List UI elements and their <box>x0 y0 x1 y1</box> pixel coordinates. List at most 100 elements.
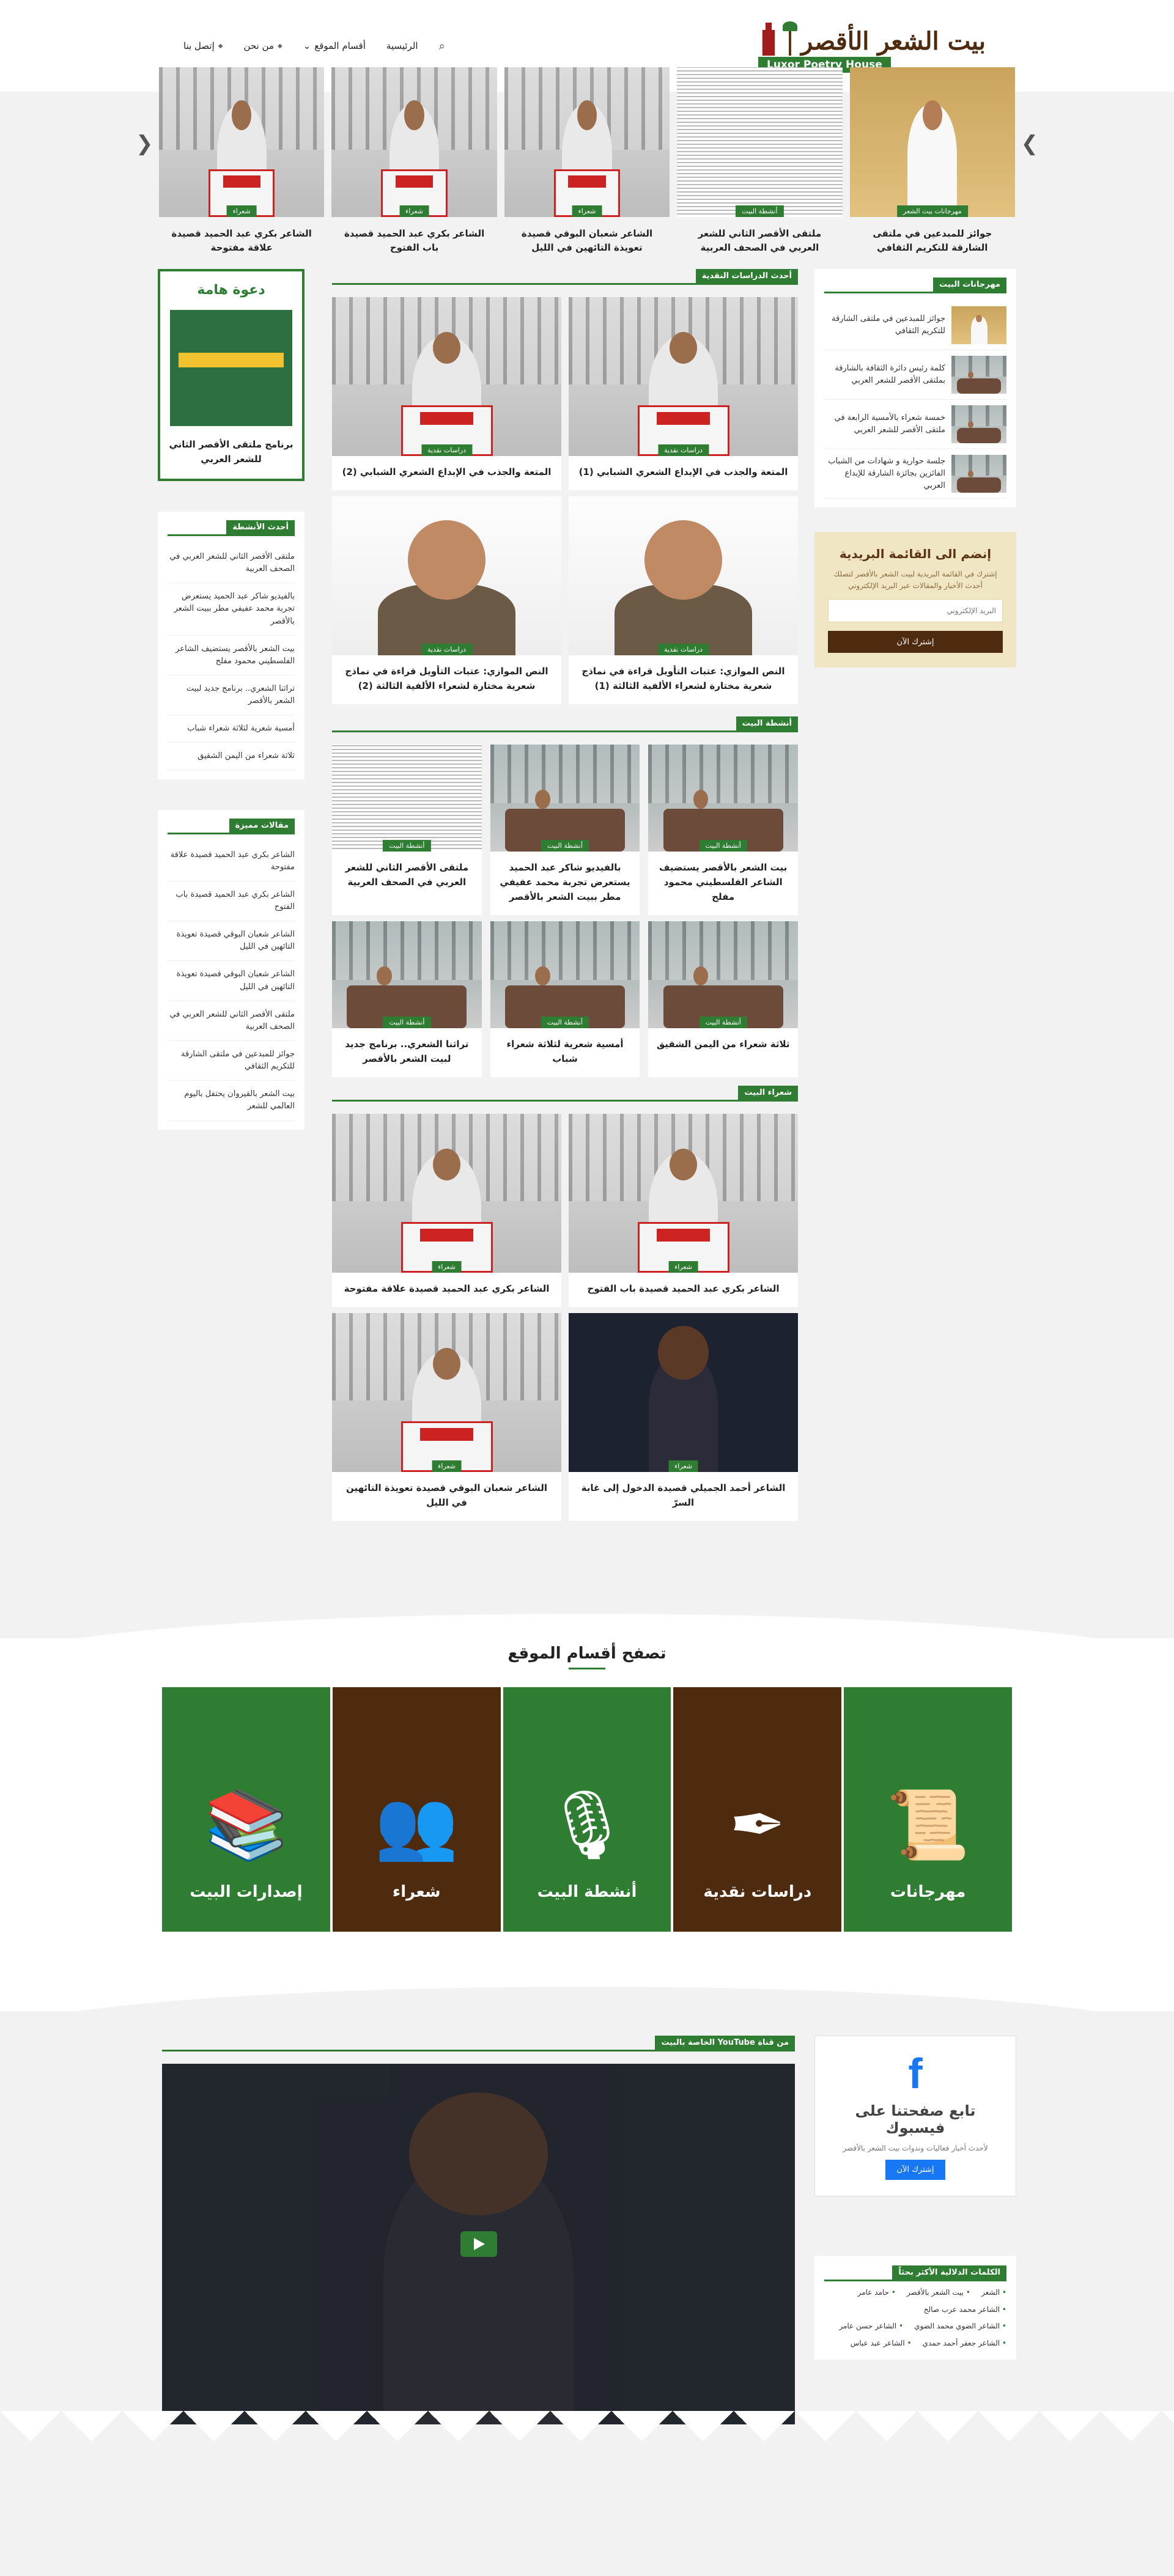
category-badge[interactable]: أنشطة البيت <box>736 205 784 217</box>
slide-item[interactable]: شعراء الشاعر بكري عبد الحميد قصيدة علاقة … <box>158 67 325 254</box>
section-tile[interactable]: 🎙 أنشطة البيت <box>503 1687 671 1932</box>
list-item[interactable]: جوائز للمبدعين في ملتقى الشارقة للتكريم … <box>168 1041 295 1081</box>
slide-item[interactable]: شعراء الشاعر شعبان البوقي قصيدة تعويذة ال… <box>504 67 670 254</box>
post-image[interactable] <box>569 496 798 655</box>
play-icon[interactable] <box>460 2231 497 2257</box>
slide-item[interactable]: مهرجانات بيت الشعر جوائز للمبدعين في ملتق… <box>849 67 1015 254</box>
post-title[interactable]: بالفيديو شاكر عبد الحميد يستعرض تجربة مح… <box>490 852 640 915</box>
slide-title[interactable]: جوائز للمبدعين في ملتقى الشارقة للتكريم … <box>850 227 1015 254</box>
category-badge[interactable]: دراسات نقدية <box>657 644 709 655</box>
category-badge[interactable]: شعراء <box>399 205 429 217</box>
category-badge[interactable]: دراسات نقدية <box>421 444 473 456</box>
post-image[interactable] <box>332 496 561 655</box>
post-card[interactable]: دراسات نقدية المتعة والجذب في الإبداع الش… <box>332 297 561 490</box>
nav-home[interactable]: الرئيسية <box>386 40 418 51</box>
search-icon[interactable]: ⌕ <box>439 40 445 53</box>
email-field[interactable] <box>828 599 1003 623</box>
post-title[interactable]: المتعة والجذب في الإبداع الشعري الشبابي … <box>332 456 561 490</box>
list-item[interactable]: بيت الشعر بالقيروان يحتفل باليوم العالمي… <box>168 1081 295 1121</box>
post-image[interactable] <box>951 455 1006 493</box>
category-badge[interactable]: أنشطة البيت <box>699 1017 747 1028</box>
post-image[interactable] <box>332 1114 561 1273</box>
post-image[interactable] <box>332 745 482 852</box>
post-image[interactable] <box>490 745 640 852</box>
post-title[interactable]: المتعة والجذب في الإبداع الشعري الشبابي … <box>569 456 798 490</box>
list-item[interactable]: الشاعر شعبان البوقي قصيدة تعويذة التائهي… <box>168 921 295 962</box>
important-invite-widget[interactable]: دعوة هامة برنامج ملتقى الأقصر الثاني للش… <box>158 269 305 481</box>
slider-prev-arrow-icon[interactable]: ❮ <box>136 131 153 156</box>
tag-link[interactable]: حامد عامر <box>858 2286 896 2300</box>
post-title[interactable]: الشاعر بكري عبد الحميد قصيدة علاقة مفتوح… <box>332 1273 561 1307</box>
list-item[interactable]: ملتقى الأقصر الثاني للشعر العربي في الصح… <box>168 1001 295 1041</box>
post-title[interactable]: الشاعر بكري عبد الحميد قصيدة باب الفتوح <box>569 1273 798 1307</box>
festival-title[interactable]: خمسة شعراء بالأمسية الرابعة في ملتقى الأ… <box>824 412 945 436</box>
tag-link[interactable]: الشاعر الضوي محمد الضوي <box>914 2320 1006 2333</box>
category-badge[interactable]: شعراء <box>572 205 602 217</box>
category-badge[interactable]: أنشطة البيت <box>699 840 747 852</box>
festival-item[interactable]: خمسة شعراء بالأمسية الرابعة في ملتقى الأ… <box>824 400 1006 449</box>
post-image[interactable] <box>569 1114 798 1273</box>
post-image[interactable] <box>490 921 640 1028</box>
nav-contact[interactable]: ◆ إتصل بنا <box>183 40 223 51</box>
category-badge[interactable]: شعراء <box>668 1261 698 1273</box>
post-image[interactable] <box>158 67 325 217</box>
post-card[interactable]: أنشطة البيت ملتقى الأقصر الثاني للشعر الع… <box>332 745 482 915</box>
site-logo[interactable]: بيت الشعر الأقصر Luxor Poetry House <box>758 19 991 73</box>
post-card[interactable]: شعراء الشاعر أحمد الجميلي قصيدة الدخول إل… <box>569 1313 798 1521</box>
post-image[interactable] <box>951 405 1006 443</box>
post-title[interactable]: تراثنا الشعري.. برنامج جديد لبيت الشعر ب… <box>332 1028 482 1077</box>
post-image[interactable] <box>648 745 798 852</box>
slider-next-arrow-icon[interactable]: ❯ <box>1021 131 1039 156</box>
post-card[interactable]: دراسات نقدية المتعة والجذب في الإبداع الش… <box>569 297 798 490</box>
section-tile[interactable]: 📚 إصدارات البيت <box>162 1687 330 1932</box>
category-badge[interactable]: أنشطة البيت <box>383 840 431 852</box>
category-badge[interactable]: شعراء <box>432 1261 462 1273</box>
post-image[interactable] <box>332 921 482 1028</box>
post-title[interactable]: ملتقى الأقصر الثاني للشعر العربي في الصح… <box>332 852 482 900</box>
category-badge[interactable]: دراسات نقدية <box>657 444 709 456</box>
list-item[interactable]: ملتقى الأقصر الثاني للشعر العربي في الصح… <box>168 543 295 584</box>
invite-caption[interactable]: برنامج ملتقى الأقصر الثاني للشعر العربي <box>169 437 294 466</box>
post-card[interactable]: شعراء الشاعر بكري عبد الحميد قصيدة باب ال… <box>569 1114 798 1307</box>
category-badge[interactable]: مهرجانات بيت الشعر <box>896 205 968 217</box>
tag-link[interactable]: بيت الشعر بالأقصر <box>907 2286 970 2300</box>
nav-about[interactable]: ◆ من نحن <box>243 40 282 51</box>
slide-title[interactable]: الشاعر شعبان البوقي قصيدة تعويذة التائهي… <box>504 227 670 254</box>
list-item[interactable]: بيت الشعر بالأقصر يستضيف الشاعر الفلسطين… <box>168 636 295 675</box>
tag-link[interactable]: الشعر <box>981 2286 1006 2300</box>
post-image[interactable] <box>648 921 798 1028</box>
post-title[interactable]: ثلاثة شعراء من اليمن الشقيق <box>648 1028 798 1062</box>
list-item[interactable]: بالفيديو شاكر عبد الحميد يستعرض تجربة مح… <box>168 583 295 636</box>
festival-item[interactable]: كلمة رئيس دائرة الثقافة بالشارقة بملتقى … <box>824 350 1006 400</box>
post-image[interactable] <box>677 67 843 217</box>
list-item[interactable]: الشاعر بكري عبد الحميد قصيدة علاقة مفتوح… <box>168 842 295 881</box>
list-item[interactable]: الشاعر بكري عبد الحميد قصيدة باب الفتوح <box>168 881 295 922</box>
list-item[interactable]: الشاعر شعبان البوقي قصيدة تعويذة التائهي… <box>168 961 295 1001</box>
category-badge[interactable]: شعراء <box>432 1460 462 1472</box>
youtube-video[interactable] <box>162 2064 795 2424</box>
post-image[interactable] <box>951 356 1006 394</box>
category-badge[interactable]: أنشطة البيت <box>541 840 589 852</box>
slide-item[interactable]: شعراء الشاعر بكري عبد الحميد قصيدة باب ال… <box>331 67 497 254</box>
slide-title[interactable]: ملتقى الأقصر الثاني للشعر العربي في الصح… <box>677 227 842 254</box>
post-card[interactable]: شعراء الشاعر بكري عبد الحميد قصيدة علاقة … <box>332 1114 561 1307</box>
category-badge[interactable]: أنشطة البيت <box>383 1017 431 1028</box>
post-image[interactable] <box>332 297 561 456</box>
post-card[interactable]: دراسات نقدية النص الموازي: عتبات التأويل … <box>332 496 561 704</box>
festival-title[interactable]: كلمة رئيس دائرة الثقافة بالشارقة بملتقى … <box>824 362 945 387</box>
category-badge[interactable]: شعراء <box>668 1460 698 1472</box>
post-card[interactable]: أنشطة البيت بيت الشعر بالأقصر يستضيف الشا… <box>648 745 798 915</box>
post-image[interactable] <box>569 1313 798 1472</box>
post-card[interactable]: أنشطة البيت تراثنا الشعري.. برنامج جديد ل… <box>332 921 482 1077</box>
category-badge[interactable]: دراسات نقدية <box>421 644 473 655</box>
post-image[interactable] <box>331 67 497 217</box>
festival-item[interactable]: جلسة حوارية و شهادات من الشباب الفائزين … <box>824 449 1006 499</box>
tag-link[interactable]: الشاعر جعفر أحمد حمدي <box>923 2337 1006 2350</box>
tag-link[interactable]: الشاعر عبد عباس <box>851 2337 912 2350</box>
post-image[interactable] <box>951 306 1006 344</box>
nav-sections[interactable]: أقسام الموقع ⌄ <box>303 40 366 51</box>
slide-item[interactable]: أنشطة البيت ملتقى الأقصر الثاني للشعر الع… <box>677 67 843 254</box>
post-title[interactable]: النص الموازي: عتبات التأويل قراءة في نما… <box>569 655 798 704</box>
post-title[interactable]: بيت الشعر بالأقصر يستضيف الشاعر الفلسطين… <box>648 852 798 915</box>
festival-title[interactable]: جوائز للمبدعين في ملتقى الشارقة للتكريم … <box>824 313 945 337</box>
